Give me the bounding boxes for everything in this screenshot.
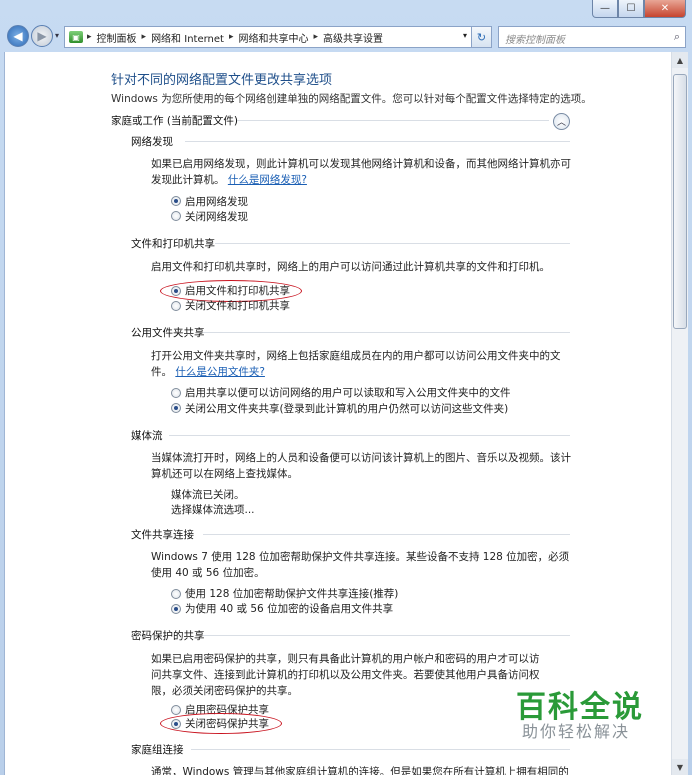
label-disable-network-discovery[interactable]: 关闭网络发现 xyxy=(185,209,248,224)
media-streaming-description: 当媒体流打开时，网络上的人员和设备便可以访问该计算机上的图片、音乐以及视频。该计… xyxy=(151,452,571,480)
homegroup-description: 通常，Windows 管理与其他家庭组计算机的连接。但是如果您在所有计算机上拥有… xyxy=(151,766,569,775)
radio-enable-password-sharing[interactable] xyxy=(171,705,181,715)
profile-heading: 家庭或工作 (当前配置文件) xyxy=(111,115,239,127)
search-placeholder: 搜索控制面板 xyxy=(505,35,565,46)
divider xyxy=(237,120,549,121)
section-title-password-protected-sharing: 密码保护的共享 xyxy=(131,630,205,642)
control-panel-icon: ▣ xyxy=(69,31,83,43)
breadcrumb-network-sharing-center[interactable]: 网络和共享中心 xyxy=(238,30,308,45)
recent-pages-dropdown-icon[interactable]: ▾ xyxy=(55,31,59,40)
chevron-right-icon[interactable]: ▸ xyxy=(87,32,92,42)
network-discovery-description: 如果已启用网络发现，则此计算机可以发现其他网络计算机和设备，而其他网络计算机亦可… xyxy=(151,156,571,188)
file-printer-description: 启用文件和打印机共享时，网络上的用户可以访问通过此计算机共享的文件和打印机。 xyxy=(151,261,550,273)
section-title-media-streaming: 媒体流 xyxy=(131,430,163,442)
refresh-button[interactable]: ↻ xyxy=(472,26,492,48)
collapse-chevron-up-icon[interactable]: ︿ xyxy=(553,113,570,130)
divider xyxy=(191,749,570,750)
breadcrumb-network-internet[interactable]: 网络和 Internet xyxy=(151,30,224,45)
radio-disable-password-sharing[interactable] xyxy=(171,719,181,729)
label-enable-file-printer-sharing[interactable]: 启用文件和打印机共享 xyxy=(185,283,290,298)
address-dropdown-icon[interactable]: ▾ xyxy=(463,31,467,40)
settings-content: 针对不同的网络配置文件更改共享选项 Windows 为您所使用的每个网络创建单独… xyxy=(4,52,688,775)
section-title-homegroup-connections: 家庭组连接 xyxy=(131,744,184,756)
label-enable-public-folder-sharing[interactable]: 启用共享以便可以访问网络的用户可以读取和写入公用文件夹中的文件 xyxy=(185,385,511,400)
scroll-up-arrow-icon[interactable]: ▲ xyxy=(672,52,688,68)
divider xyxy=(215,243,570,244)
label-40-56-bit-encryption[interactable]: 为使用 40 或 56 位加密的设备启用文件共享 xyxy=(185,601,393,616)
radio-enable-file-printer-sharing[interactable] xyxy=(171,286,181,296)
section-title-network-discovery: 网络发现 xyxy=(131,136,173,148)
chevron-right-icon[interactable]: ▸ xyxy=(313,32,318,42)
label-disable-public-folder-sharing[interactable]: 关闭公用文件夹共享(登录到此计算机的用户仍然可以访问这些文件夹) xyxy=(185,401,508,416)
chevron-right-icon[interactable]: ▸ xyxy=(229,32,234,42)
scrollbar-thumb[interactable] xyxy=(673,74,687,329)
close-button[interactable]: ✕ xyxy=(644,0,686,18)
breadcrumb-advanced-sharing[interactable]: 高级共享设置 xyxy=(323,30,383,45)
choose-media-streaming-options-link[interactable]: 选择媒体流选项... xyxy=(171,502,255,517)
what-is-public-folder-link[interactable]: 什么是公用文件夹? xyxy=(175,366,265,378)
radio-enable-network-discovery[interactable] xyxy=(171,196,181,206)
radio-disable-public-folder-sharing[interactable] xyxy=(171,403,181,413)
page-subtitle: Windows 为您所使用的每个网络创建单独的网络配置文件。您可以针对每个配置文… xyxy=(111,93,592,105)
back-button[interactable]: ◀ xyxy=(7,25,29,47)
address-bar[interactable]: ▣ ▸ 控制面板 ▸ 网络和 Internet ▸ 网络和共享中心 ▸ 高级共享… xyxy=(64,26,472,48)
watermark-subtitle: 助你轻松解决 xyxy=(522,722,631,741)
radio-40-56-bit-encryption[interactable] xyxy=(171,604,181,614)
label-enable-network-discovery[interactable]: 启用网络发现 xyxy=(185,194,248,209)
what-is-network-discovery-link[interactable]: 什么是网络发现? xyxy=(228,174,307,186)
radio-enable-public-folder-sharing[interactable] xyxy=(171,388,181,398)
public-folder-description: 打开公用文件夹共享时，网络上包括家庭组成员在内的用户都可以访问公用文件夹中的文件… xyxy=(151,348,571,380)
title-bar: — ☐ ✕ xyxy=(0,0,692,22)
radio-disable-network-discovery[interactable] xyxy=(171,211,181,221)
scroll-down-arrow-icon[interactable]: ▼ xyxy=(672,759,688,775)
breadcrumb-control-panel[interactable]: 控制面板 xyxy=(97,30,137,45)
minimize-button[interactable]: — xyxy=(592,0,618,18)
maximize-button[interactable]: ☐ xyxy=(618,0,644,18)
section-title-file-printer-sharing: 文件和打印机共享 xyxy=(131,238,215,250)
label-disable-file-printer-sharing[interactable]: 关闭文件和打印机共享 xyxy=(185,298,290,313)
chevron-right-icon[interactable]: ▸ xyxy=(142,32,147,42)
radio-disable-file-printer-sharing[interactable] xyxy=(171,301,181,311)
media-streaming-status: 媒体流已关闭。 xyxy=(171,489,245,501)
control-panel-window: — ☐ ✕ ◀ ▶ ▾ ▣ ▸ 控制面板 ▸ 网络和 Internet ▸ 网络… xyxy=(0,0,692,775)
network-discovery-text: 如果已启用网络发现，则此计算机可以发现其他网络计算机和设备，而其他网络计算机亦可… xyxy=(151,158,571,186)
section-title-public-folder-sharing: 公用文件夹共享 xyxy=(131,327,205,339)
divider xyxy=(203,635,570,636)
password-sharing-description: 如果已启用密码保护的共享，则只有具备此计算机的用户帐户和密码的用户才可以访问共享… xyxy=(151,653,540,697)
divider xyxy=(185,141,570,142)
radio-128-bit-encryption[interactable] xyxy=(171,589,181,599)
navigation-bar: ◀ ▶ ▾ ▣ ▸ 控制面板 ▸ 网络和 Internet ▸ 网络和共享中心 … xyxy=(0,22,692,52)
page-title: 针对不同的网络配置文件更改共享选项 xyxy=(111,73,333,88)
divider xyxy=(203,534,570,535)
search-input[interactable]: 搜索控制面板 ⌕ xyxy=(498,26,686,48)
label-128-bit-encryption[interactable]: 使用 128 位加密帮助保护文件共享连接(推荐) xyxy=(185,586,398,601)
divider xyxy=(203,332,570,333)
vertical-scrollbar[interactable]: ▲ ▼ xyxy=(671,52,688,775)
forward-button[interactable]: ▶ xyxy=(31,25,53,47)
file-sharing-description: Windows 7 使用 128 位加密帮助保护文件共享连接。某些设备不支持 1… xyxy=(151,551,570,579)
label-disable-password-sharing[interactable]: 关闭密码保护共享 xyxy=(185,716,269,731)
section-title-file-sharing-connections: 文件共享连接 xyxy=(131,529,194,541)
divider xyxy=(169,435,570,436)
search-icon[interactable]: ⌕ xyxy=(674,30,680,44)
